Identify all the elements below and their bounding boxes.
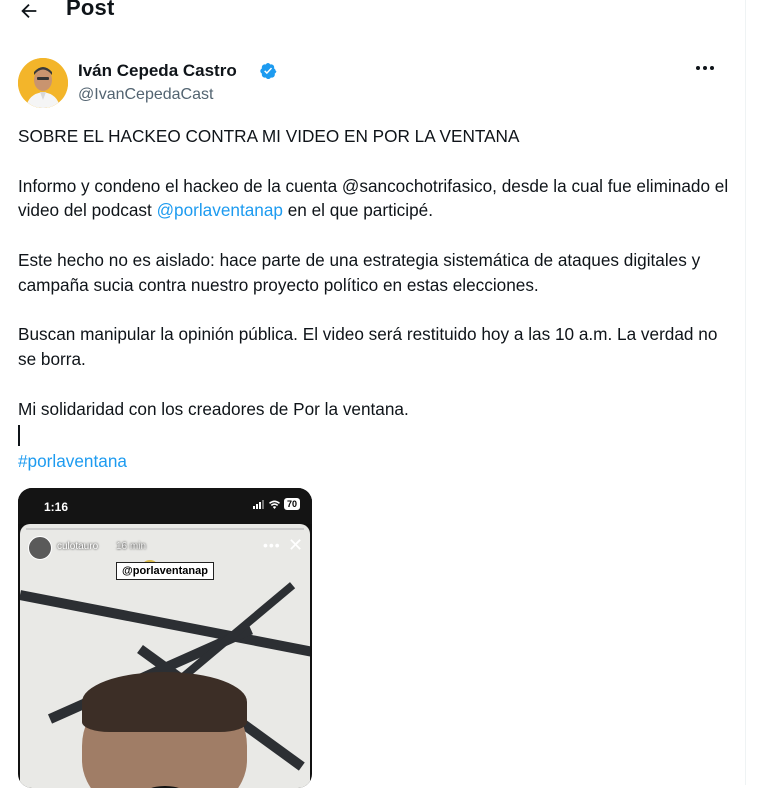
post-paragraph-end: en el que participé. <box>282 200 433 221</box>
story-timestamp: 16 min <box>116 541 147 552</box>
post-header: Post <box>0 0 745 24</box>
mention-sticker: @porlaventanap <box>116 562 214 580</box>
phone-time: 1:16 <box>44 500 69 514</box>
battery-indicator: 70 <box>283 498 300 510</box>
post-paragraph: Este hecho no es aislado: hace parte de … <box>18 249 705 295</box>
post-body: SOBRE EL HACKEO CONTRA MI VIDEO EN POR L… <box>18 124 733 422</box>
timeline-border <box>745 0 746 785</box>
more-horizontal-icon <box>696 66 714 70</box>
author-name[interactable]: Iván Cepeda Castro <box>78 61 237 81</box>
hashtag-link[interactable]: #porlaventana <box>18 449 127 473</box>
mention-link[interactable]: @porlaventanap <box>157 200 283 220</box>
wifi-icon <box>268 499 280 509</box>
verified-badge-icon <box>260 62 277 80</box>
post-paragraph: Mi solidaridad con los creadores de Por … <box>18 398 409 419</box>
avatar-image <box>18 58 68 108</box>
text-cursor <box>18 425 20 446</box>
author-avatar[interactable] <box>18 58 68 108</box>
arrow-left-icon <box>21 3 37 19</box>
person-hair <box>82 672 247 732</box>
story-close-icon: ✕ <box>288 535 304 555</box>
post-title-line: SOBRE EL HACKEO CONTRA MI VIDEO EN POR L… <box>18 126 520 146</box>
video-frame: culotauro 16 min ••• ✕ @porlaventanap <box>20 524 310 788</box>
more-options-button[interactable] <box>690 56 720 80</box>
page-title: Post <box>66 0 115 20</box>
post-paragraph: Buscan manipular la opinión pública. El … <box>18 324 723 370</box>
story-progress-bar <box>26 528 304 530</box>
author-handle[interactable]: @IvanCepedaCast <box>78 86 213 104</box>
story-more-icon: ••• <box>263 537 281 553</box>
post-video[interactable]: 1:16 70 culotauro 16 min ••• ✕ @porlaven… <box>18 488 312 788</box>
phone-status-bar: 1:16 70 <box>18 488 312 524</box>
story-username: culotauro <box>57 541 99 552</box>
signal-icon <box>252 499 264 509</box>
back-button[interactable] <box>16 0 42 24</box>
phone-status-icons: 70 <box>252 498 300 510</box>
story-user-avatar <box>28 536 52 560</box>
